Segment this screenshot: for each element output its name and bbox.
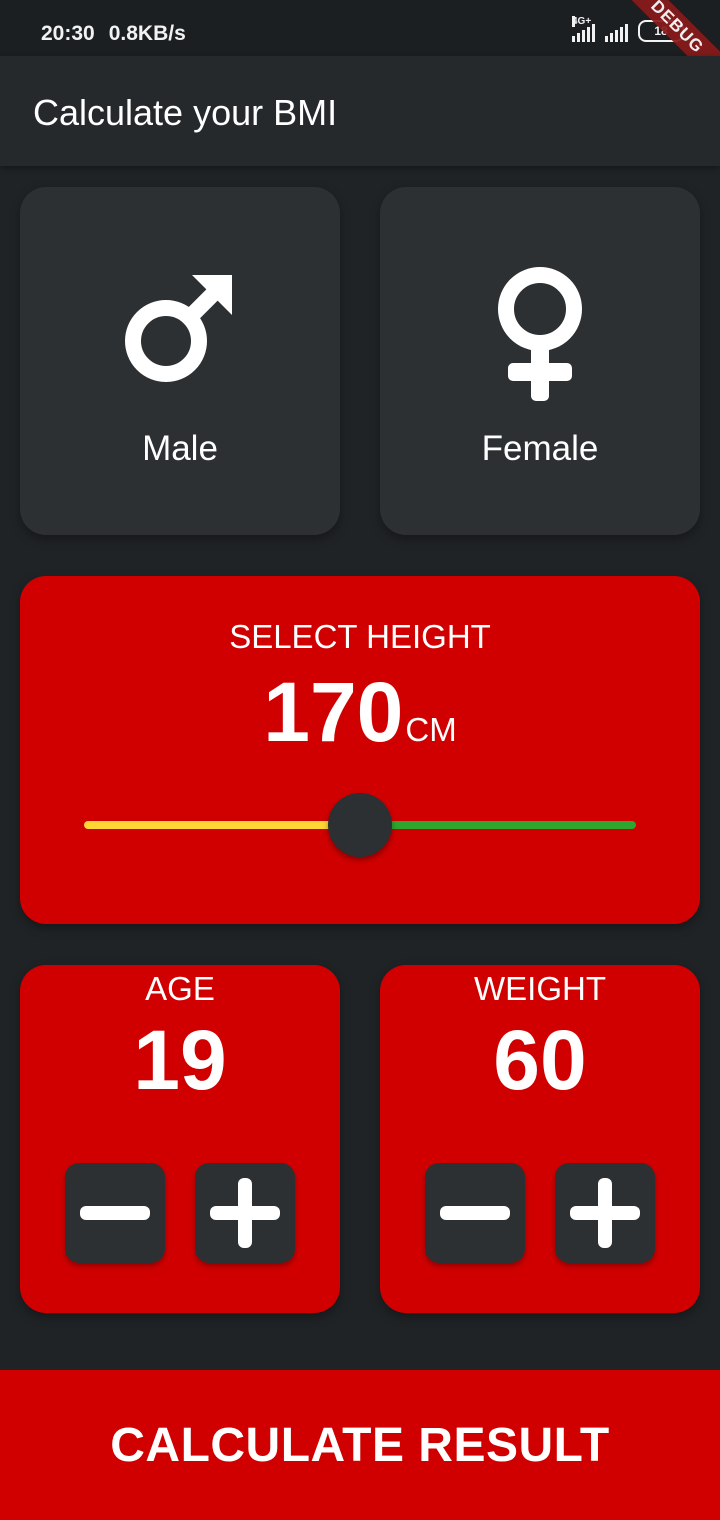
calculate-result-label: CALCULATE RESULT <box>110 1418 610 1472</box>
weight-decrement-button[interactable] <box>425 1163 525 1263</box>
app-bar: Calculate your BMI <box>0 56 720 166</box>
age-card: AGE 19 <box>20 965 340 1313</box>
age-decrement-button[interactable] <box>65 1163 165 1263</box>
female-label: Female <box>481 429 599 468</box>
weight-title: WEIGHT <box>474 970 606 1007</box>
height-value: 170 <box>263 665 404 759</box>
female-card[interactable]: Female <box>380 187 700 535</box>
age-title: AGE <box>145 970 215 1007</box>
status-network-speed: 0.8KB/s <box>108 22 186 45</box>
weight-value: 60 <box>493 1013 587 1107</box>
status-time: 20:30 <box>41 22 95 45</box>
female-symbol-icon <box>498 267 582 401</box>
height-slider-inactive-track[interactable] <box>360 821 636 829</box>
weight-increment-button[interactable] <box>555 1163 655 1263</box>
height-slider-thumb[interactable] <box>328 793 392 857</box>
height-unit: CM <box>405 711 457 748</box>
signal-icon <box>605 20 628 42</box>
weight-card: WEIGHT 60 <box>380 965 700 1313</box>
height-slider-active-track[interactable] <box>84 821 360 829</box>
minus-icon <box>440 1206 510 1220</box>
male-symbol-icon <box>125 275 232 382</box>
age-value: 19 <box>133 1013 227 1107</box>
calculate-result-button[interactable]: CALCULATE RESULT <box>0 1370 720 1520</box>
status-bar: 20:30 0.8KB/s 4G+ 18 DEBUG <box>0 0 720 104</box>
age-increment-button[interactable] <box>195 1163 295 1263</box>
height-title: SELECT HEIGHT <box>229 618 491 655</box>
network-type-label: 4G+ <box>572 16 592 27</box>
height-value-row: 170CM <box>20 664 700 761</box>
signal-4g-icon: 4G+ <box>572 16 595 42</box>
status-left: 20:30 0.8KB/s <box>41 22 186 46</box>
height-card: SELECT HEIGHT 170CM <box>20 576 700 924</box>
page-title: Calculate your BMI <box>33 92 338 133</box>
male-card[interactable]: Male <box>20 187 340 535</box>
male-label: Male <box>142 429 218 468</box>
minus-icon <box>80 1206 150 1220</box>
